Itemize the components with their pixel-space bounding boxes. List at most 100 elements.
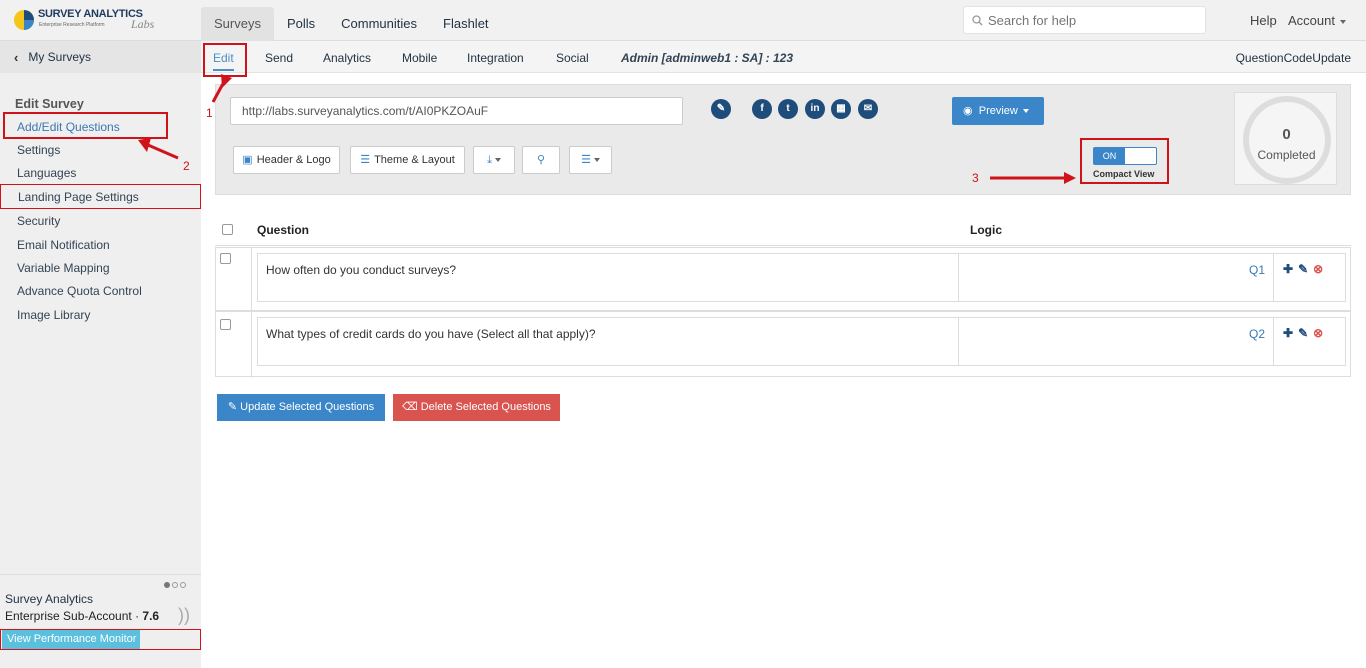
add-icon[interactable]: ✚ [1283, 326, 1293, 340]
trash-icon: ⌫ [402, 401, 418, 413]
sidebar-item-security[interactable]: Security [17, 214, 60, 228]
sidebar-item-add-edit-questions[interactable]: Add/Edit Questions [17, 120, 120, 134]
tab-send[interactable]: Send [265, 51, 293, 65]
toggle-on-label: ON [1094, 148, 1125, 164]
footer-product-name: Survey Analytics [5, 592, 94, 606]
annotation-1: 1 [206, 106, 213, 120]
tab-analytics[interactable]: Analytics [323, 51, 371, 65]
twitter-icon[interactable]: t [778, 99, 798, 119]
delete-selected-questions-button[interactable]: ⌫ Delete Selected Questions [393, 394, 560, 421]
update-label: Update Selected Questions [240, 401, 375, 413]
header-logo-button[interactable]: ▣ Header & Logo [233, 146, 340, 174]
header-logo-label: Header & Logo [256, 154, 331, 166]
table-row: How often do you conduct surveys? Q1 ✚ ✎ ⊗ [215, 247, 1351, 312]
tab-flashlet[interactable]: Flashlet [430, 7, 502, 41]
annotation-2: 2 [183, 159, 190, 173]
sidebar-item-advance-quota-control[interactable]: Advance Quota Control [17, 284, 142, 298]
footer-account-type: Enterprise Sub-Account · 7.6 [5, 609, 159, 623]
sidebar-item-variable-mapping[interactable]: Variable Mapping [17, 261, 110, 275]
facebook-icon[interactable]: f [752, 99, 772, 119]
download-dropdown-button[interactable]: ⤓ [473, 146, 515, 174]
sidebar-item-image-library[interactable]: Image Library [17, 308, 90, 322]
sidebar-section-title: Edit Survey [15, 97, 84, 111]
chevron-left-icon: ‹ [14, 49, 19, 65]
completed-count: 0 [1282, 126, 1291, 143]
sidebar-item-languages[interactable]: Languages [17, 166, 76, 180]
logic-column-header: Logic [970, 223, 1002, 237]
sidebar-item-landing-page-settings[interactable]: Landing Page Settings [18, 190, 139, 204]
logo-tagline: Enterprise Research Platform [39, 22, 105, 28]
sidebar-item-email-notification[interactable]: Email Notification [17, 238, 110, 252]
question-text[interactable]: What types of credit cards do you have (… [257, 317, 959, 366]
row-checkbox[interactable] [220, 319, 231, 330]
edit-icon[interactable]: ✎ [1298, 326, 1308, 340]
account-menu[interactable]: Account [1288, 13, 1346, 28]
question-column-header: Question [257, 223, 310, 237]
tab-polls[interactable]: Polls [274, 7, 328, 41]
my-surveys-label: My Surveys [28, 50, 92, 64]
delete-icon[interactable]: ⊗ [1313, 326, 1323, 340]
edit-icon[interactable]: ✎ [1298, 262, 1308, 276]
download-icon: ⤓ [487, 154, 492, 166]
sitemap-icon: ☰ [581, 154, 591, 166]
sub-navigation: Edit Send Analytics Mobile Integration S… [201, 41, 1366, 73]
carousel-dots[interactable] [164, 582, 186, 588]
tab-surveys[interactable]: Surveys [201, 7, 274, 41]
survey-analytics-logo[interactable]: SURVEY ANALYTICS Enterprise Research Pla… [13, 6, 163, 36]
select-all-checkbox[interactable] [222, 224, 233, 235]
survey-url-field[interactable]: http://labs.surveyanalytics.com/t/AI0PKZ… [230, 97, 683, 125]
search-box [963, 6, 1206, 34]
logo-mark-icon [14, 10, 34, 30]
logic-cell: Q2 [958, 317, 1274, 366]
edit-icon: ✎ [227, 401, 238, 413]
view-performance-monitor-button[interactable]: View Performance Monitor [2, 630, 140, 649]
question-text[interactable]: How often do you conduct surveys? [257, 253, 959, 302]
footer-account-label: Enterprise Sub-Account · [5, 609, 143, 623]
row-divider [251, 312, 252, 378]
qr-code-icon[interactable]: ▦ [831, 99, 851, 119]
email-icon[interactable]: ✉ [858, 99, 878, 119]
search-icon: ⚲ [536, 154, 546, 166]
logo-brand: SURVEY ANALYTICS [38, 8, 143, 20]
question-code-update-link[interactable]: QuestionCodeUpdate [1236, 51, 1351, 65]
sidebar-item-settings[interactable]: Settings [17, 143, 60, 157]
delete-icon[interactable]: ⊗ [1313, 262, 1323, 276]
image-icon: ▣ [242, 154, 253, 166]
row-checkbox[interactable] [220, 253, 231, 264]
top-tabs: Surveys Polls Communities Flashlet [201, 7, 502, 41]
completed-label: Completed [1257, 148, 1316, 162]
hierarchy-dropdown-button[interactable]: ☰ [569, 146, 612, 174]
logo-suffix: Labs [131, 17, 155, 31]
update-selected-questions-button[interactable]: ✎ Update Selected Questions [217, 394, 385, 421]
row-divider [251, 248, 252, 312]
preview-button[interactable]: ◉ Preview [952, 97, 1044, 125]
edit-link-icon[interactable]: ✎ [711, 99, 731, 119]
row-actions: ✚ ✎ ⊗ [1273, 253, 1346, 302]
add-icon[interactable]: ✚ [1283, 262, 1293, 276]
compact-view-toggle[interactable]: ON [1093, 147, 1157, 165]
tab-integration[interactable]: Integration [467, 51, 524, 65]
help-link[interactable]: Help [1250, 13, 1277, 28]
search-icon [972, 14, 983, 26]
signal-icon: )) [178, 605, 190, 625]
tab-mobile[interactable]: Mobile [402, 51, 437, 65]
question-code[interactable]: Q1 [1249, 263, 1265, 277]
preview-label: Preview [978, 105, 1018, 117]
question-code[interactable]: Q2 [1249, 327, 1265, 341]
sidebar: ‹ My Surveys Edit Survey Add/Edit Questi… [0, 41, 201, 668]
sidebar-divider [0, 574, 201, 575]
my-surveys-link[interactable]: ‹ My Surveys [0, 41, 201, 73]
linkedin-icon[interactable]: in [805, 99, 825, 119]
theme-layout-label: Theme & Layout [374, 154, 455, 166]
theme-layout-button[interactable]: ☰ Theme & Layout [350, 146, 465, 174]
survey-toolbar-panel: http://labs.surveyanalytics.com/t/AI0PKZ… [215, 84, 1351, 195]
tab-communities[interactable]: Communities [328, 7, 430, 41]
annotation-3: 3 [972, 171, 979, 185]
theme-icon: ☰ [360, 154, 371, 166]
search-questions-button[interactable]: ⚲ [522, 146, 560, 174]
eye-icon: ◉ [963, 105, 973, 117]
search-input[interactable] [988, 12, 1198, 28]
tab-edit[interactable]: Edit [213, 51, 234, 71]
chevron-down-icon [494, 158, 501, 163]
tab-social[interactable]: Social [556, 51, 589, 65]
